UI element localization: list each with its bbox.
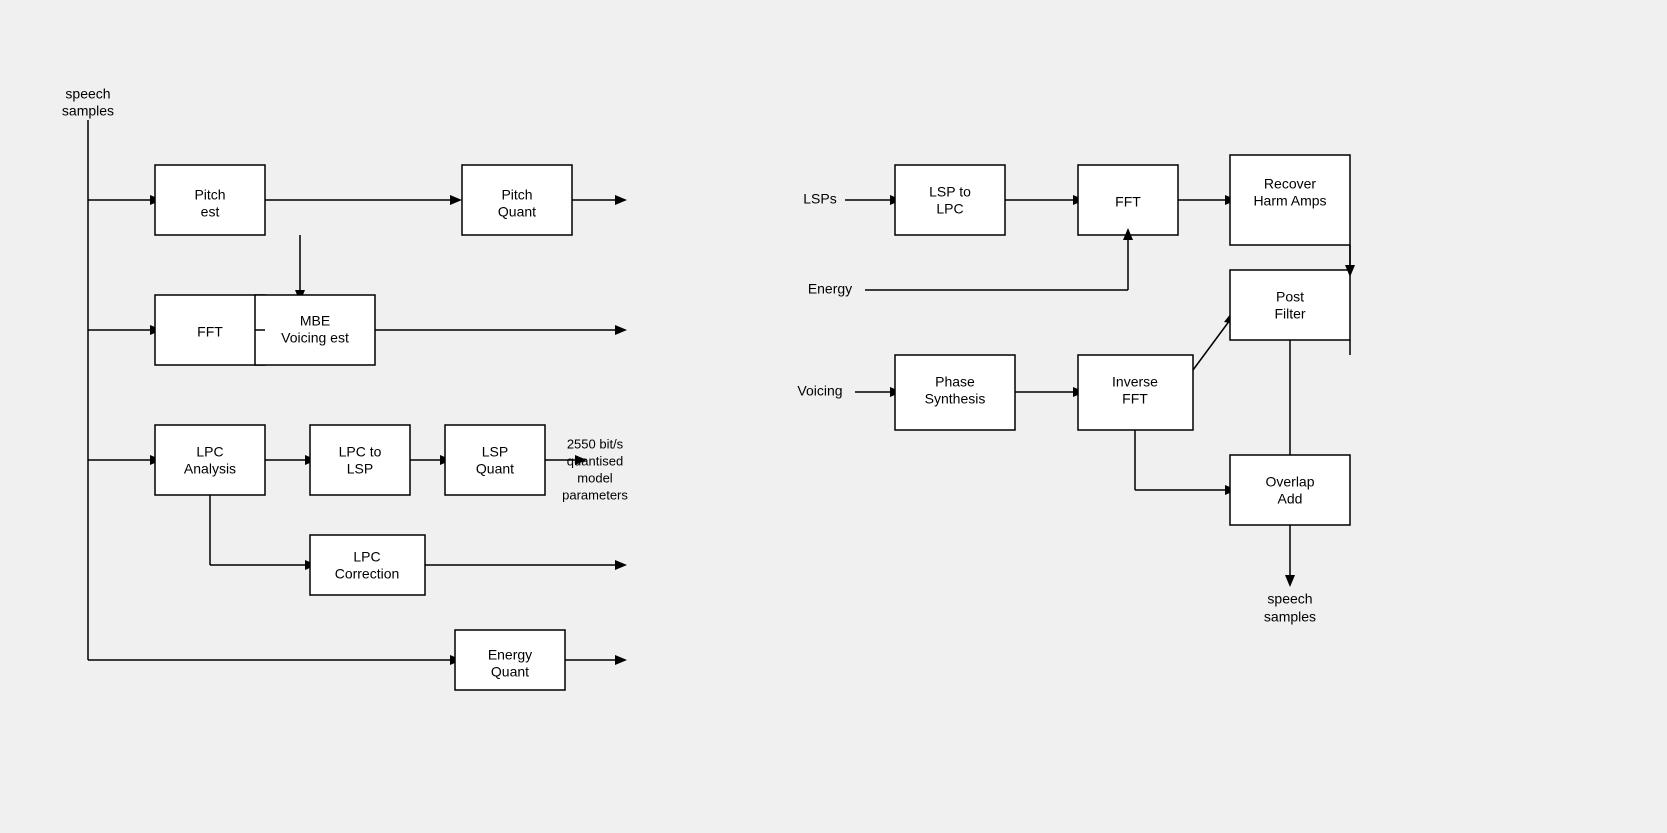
post-filter-label: Post: [1276, 289, 1304, 305]
pitch-quant-label: Pitch: [501, 187, 532, 203]
lsp-quant-label: LSP: [482, 444, 508, 460]
left-input-label: speech: [65, 86, 110, 102]
bitrate-label4: parameters: [562, 487, 628, 502]
mbe-label: MBE: [300, 313, 330, 329]
arrow-energy-out: [615, 655, 627, 665]
lpc-to-lsp-label2: LSP: [347, 461, 373, 477]
arrow-output: [1285, 575, 1295, 587]
energy-quant-label: Energy: [488, 647, 532, 663]
recover-harm-label: Recover: [1264, 176, 1316, 192]
pitch-quant-label2: Quant: [498, 204, 536, 220]
lsp-quant-label2: Quant: [476, 461, 514, 477]
lpc-analysis-label: LPC: [196, 444, 223, 460]
lsp-to-lpc-label: LSP to: [929, 184, 971, 200]
lpc-analysis-label2: Analysis: [184, 461, 236, 477]
left-input-label2: samples: [62, 103, 114, 119]
lsps-label: LSPs: [803, 191, 836, 207]
inverse-fft-label2: FFT: [1122, 391, 1148, 407]
voicing-label: Voicing: [797, 383, 842, 399]
left-fft-label: FFT: [197, 324, 223, 340]
inverse-fft-label: Inverse: [1112, 374, 1158, 390]
energy-label: Energy: [808, 281, 852, 297]
lsp-to-lpc-label2: LPC: [936, 201, 963, 217]
post-filter-label2: Filter: [1274, 306, 1305, 322]
bitrate-label3: model: [577, 470, 613, 485]
arrow-pitch: [450, 195, 462, 205]
phase-synthesis-label2: Synthesis: [925, 391, 986, 407]
diagram-container: speech samples Pitch est FFT LPC Analysi…: [0, 0, 1667, 833]
pitch-est-label: Pitch: [194, 187, 225, 203]
lpc-correction-label2: Correction: [335, 566, 400, 582]
overlap-add-label2: Add: [1278, 491, 1303, 507]
bitrate-label2: quantised: [567, 453, 623, 468]
energy-quant-label2: Quant: [491, 664, 529, 680]
bitrate-label: 2550 bit/s: [567, 436, 624, 451]
phase-synthesis-label: Phase: [935, 374, 975, 390]
arrow-mbe-out: [615, 325, 627, 335]
arrow-pitch-out: [615, 195, 627, 205]
right-fft-label: FFT: [1115, 194, 1141, 210]
right-output-label: speech: [1267, 591, 1312, 607]
mbe-label2: Voicing est: [281, 330, 349, 346]
recover-harm-label2: Harm Amps: [1253, 193, 1326, 209]
pitch-est-label2: est: [201, 204, 220, 220]
right-output-label2: samples: [1264, 609, 1316, 625]
overlap-add-label: Overlap: [1265, 474, 1314, 490]
lpc-correction-label: LPC: [353, 549, 380, 565]
arrow-corr-out: [615, 560, 627, 570]
lpc-to-lsp-label: LPC to: [339, 444, 382, 460]
